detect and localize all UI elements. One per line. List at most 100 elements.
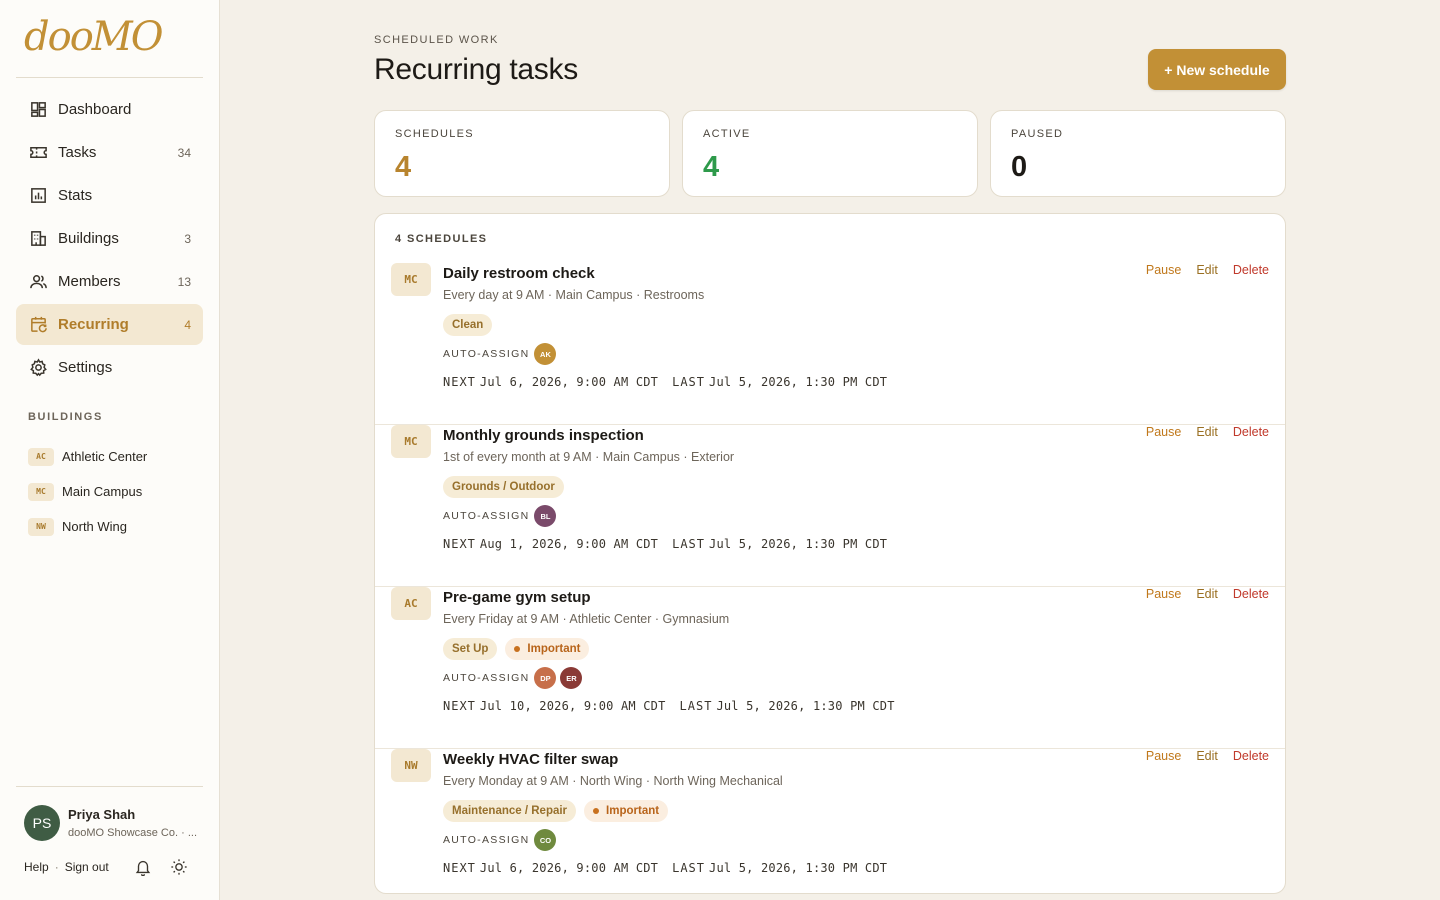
important-tag: Important: [505, 638, 590, 660]
stat-label: SCHEDULES: [395, 128, 474, 140]
delete-button[interactable]: Delete: [1233, 587, 1269, 601]
stat-card-schedules: SCHEDULES 4: [374, 110, 670, 197]
sidebar-item-count: 13: [177, 274, 191, 289]
sidebar-item-label: Members: [58, 273, 121, 290]
schedule-item: AC Pre-game gym setup Every Friday at 9 …: [375, 587, 1285, 749]
tag-list: Grounds / Outdoor: [443, 476, 564, 498]
schedule-title: Monthly grounds inspection: [443, 427, 644, 444]
sidebar-item-label: Buildings: [58, 230, 119, 247]
auto-assign-row: AUTO-ASSIGN CO: [443, 829, 560, 851]
pause-button[interactable]: Pause: [1146, 587, 1181, 601]
pause-button[interactable]: Pause: [1146, 263, 1181, 277]
edit-button[interactable]: Edit: [1196, 263, 1218, 277]
user-org: dooMO Showcase Co. · ...: [68, 827, 197, 839]
dot-icon: [593, 808, 600, 814]
last-run: Jul 5, 2026, 1:30 PM CDT: [709, 861, 888, 875]
edit-button[interactable]: Edit: [1196, 749, 1218, 763]
page-title: Recurring tasks: [374, 53, 578, 86]
schedule-subtitle: Every Monday at 9 AM · North Wing · Nort…: [443, 774, 783, 788]
edit-button[interactable]: Edit: [1196, 425, 1218, 439]
edit-button[interactable]: Edit: [1196, 587, 1218, 601]
sidebar: dooMO Dashboard Tasks 34 Stats Buildings…: [0, 0, 220, 900]
important-tag-label: Important: [606, 805, 660, 817]
sidebar-item-stats[interactable]: Stats: [16, 175, 203, 216]
building-code-badge: MC: [28, 482, 54, 501]
sun-icon[interactable]: [170, 858, 188, 876]
stat-value: 0: [1011, 151, 1028, 183]
assignee-avatar: DP: [534, 667, 557, 689]
schedule-item: NW Weekly HVAC filter swap Every Monday …: [375, 749, 1285, 893]
sidebar-item-tasks[interactable]: Tasks 34: [16, 132, 203, 173]
assignee-avatar: BL: [534, 505, 557, 527]
sidebar-item-count: 3: [184, 231, 191, 246]
delete-button[interactable]: Delete: [1233, 749, 1269, 763]
delete-button[interactable]: Delete: [1233, 425, 1269, 439]
building-icon: [28, 229, 48, 249]
schedule-times: NEXT Aug 1, 2026, 9:00 AM CDT LAST Jul 5, 2…: [443, 537, 887, 551]
schedule-times: NEXT Jul 10, 2026, 9:00 AM CDT LAST Jul 5, …: [443, 699, 895, 713]
sidebar-item-members[interactable]: Members 13: [16, 261, 203, 302]
users-icon: [28, 272, 48, 292]
sidebar-item-count: 4: [184, 317, 191, 332]
important-tag-label: Important: [527, 643, 581, 655]
sidebar-item-label: Dashboard: [58, 101, 132, 118]
pause-button[interactable]: Pause: [1146, 749, 1181, 763]
building-code-badge: MC: [391, 263, 431, 296]
page-eyebrow: SCHEDULED WORK: [374, 34, 499, 46]
stat-value: 4: [395, 151, 412, 183]
new-schedule-button[interactable]: + New schedule: [1148, 49, 1286, 90]
category-tag: Clean: [443, 314, 493, 336]
schedule-subtitle: 1st of every month at 9 AM · Main Campus…: [443, 450, 735, 464]
separator: ·: [54, 860, 59, 874]
sidebar-item-buildings[interactable]: Buildings 3: [16, 218, 203, 259]
schedule-title: Daily restroom check: [443, 265, 595, 282]
sidebar-building-main-campus[interactable]: MC Main Campus: [28, 474, 147, 509]
tag-list: Set Up Important: [443, 638, 590, 660]
sidebar-item-label: Settings: [58, 359, 113, 376]
building-code-badge: AC: [28, 447, 54, 466]
auto-assign-label: AUTO-ASSIGN: [443, 672, 530, 684]
schedule-title: Pre-game gym setup: [443, 589, 591, 606]
user-name: Priya Shah: [68, 807, 136, 822]
schedules-list: 4 SCHEDULES MC Daily restroom check Ever…: [374, 213, 1286, 894]
bell-icon[interactable]: [134, 858, 152, 877]
next-label: NEXT: [443, 537, 476, 551]
avatar[interactable]: PS: [24, 805, 60, 841]
auto-assign-label: AUTO-ASSIGN: [443, 834, 530, 846]
schedule-times: NEXT Jul 6, 2026, 9:00 AM CDT LAST Jul 5, 2…: [443, 861, 887, 875]
assignee-avatar: CO: [534, 829, 557, 851]
stat-card-paused: PAUSED 0: [990, 110, 1286, 197]
next-run: Aug 1, 2026, 9:00 AM CDT: [479, 537, 659, 551]
app-logo[interactable]: dooMO: [24, 14, 164, 60]
sidebar-item-recurring[interactable]: Recurring 4: [16, 304, 203, 345]
auto-assign-row: AUTO-ASSIGN AK: [443, 343, 560, 365]
sidebar-item-dashboard[interactable]: Dashboard: [16, 89, 203, 130]
auto-assign-row: AUTO-ASSIGN DP ER: [443, 667, 586, 689]
stat-card-active: ACTIVE 4: [682, 110, 978, 197]
category-tag: Grounds / Outdoor: [443, 476, 564, 498]
stat-value: 4: [703, 151, 720, 183]
auto-assign-row: AUTO-ASSIGN BL: [443, 505, 560, 527]
schedule-actions: Pause Edit Delete: [1146, 749, 1269, 763]
dot-icon: [514, 646, 521, 652]
next-run: Jul 6, 2026, 9:00 AM CDT: [479, 375, 659, 389]
sidebar-item-settings[interactable]: Settings: [16, 347, 203, 388]
building-code-badge: MC: [391, 425, 431, 458]
next-label: NEXT: [443, 375, 476, 389]
stat-label: PAUSED: [1011, 128, 1064, 140]
schedule-subtitle: Every Friday at 9 AM · Athletic Center ·…: [443, 612, 730, 626]
buildings-section-label: BUILDINGS: [28, 411, 103, 423]
sidebar-item-count: 34: [177, 145, 191, 160]
dashboard-icon: [28, 100, 48, 120]
schedule-actions: Pause Edit Delete: [1146, 587, 1269, 601]
sidebar-building-north-wing[interactable]: NW North Wing: [28, 509, 147, 544]
sidebar-building-athletic-center[interactable]: AC Athletic Center: [28, 439, 147, 474]
last-run: Jul 5, 2026, 1:30 PM CDT: [709, 375, 888, 389]
schedule-actions: Pause Edit Delete: [1146, 425, 1269, 439]
sign-out-link[interactable]: Sign out: [65, 860, 109, 874]
delete-button[interactable]: Delete: [1233, 263, 1269, 277]
building-code-badge: NW: [391, 749, 431, 782]
category-tag: Maintenance / Repair: [443, 800, 577, 822]
help-link[interactable]: Help: [24, 860, 49, 874]
pause-button[interactable]: Pause: [1146, 425, 1181, 439]
